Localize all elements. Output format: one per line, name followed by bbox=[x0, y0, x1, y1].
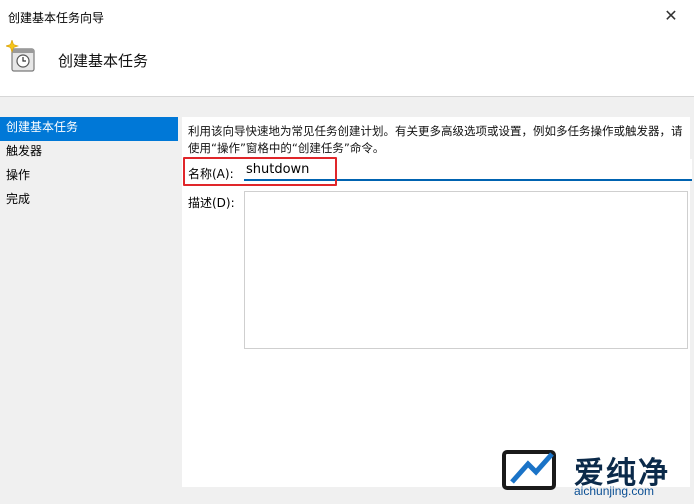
calendar-clock-icon bbox=[6, 40, 35, 72]
sidebar-item-create-basic-task[interactable]: 创建基本任务 bbox=[0, 117, 178, 141]
watermark: 爱纯净 aichunjing.com bbox=[500, 446, 690, 500]
name-label: 名称(A): bbox=[188, 167, 234, 181]
sidebar-item-trigger[interactable]: 触发器 bbox=[0, 141, 178, 165]
watermark-url: aichunjing.com bbox=[574, 484, 655, 498]
description-field[interactable] bbox=[244, 191, 688, 349]
intro-text: 利用该向导快速地为常见任务创建计划。有关更多高级选项或设置，例如多任务操作或触发… bbox=[188, 124, 683, 155]
sidebar-item-finish[interactable]: 完成 bbox=[0, 189, 178, 213]
title-bar: 创建基本任务向导 ✕ bbox=[0, 0, 694, 32]
sidebar-item-action[interactable]: 操作 bbox=[0, 165, 178, 189]
wizard-steps: 创建基本任务 触发器 操作 完成 bbox=[0, 117, 178, 213]
watermark-logo-icon bbox=[502, 450, 556, 490]
wizard-header: 创建基本任务 bbox=[0, 32, 694, 97]
description-label: 描述(D): bbox=[188, 196, 235, 210]
name-field[interactable] bbox=[244, 159, 692, 181]
wizard-content: 利用该向导快速地为常见任务创建计划。有关更多高级选项或设置，例如多任务操作或触发… bbox=[182, 117, 692, 487]
close-icon[interactable]: ✕ bbox=[648, 0, 694, 32]
page-title: 创建基本任务 bbox=[58, 52, 149, 70]
window-title: 创建基本任务向导 bbox=[8, 11, 105, 25]
